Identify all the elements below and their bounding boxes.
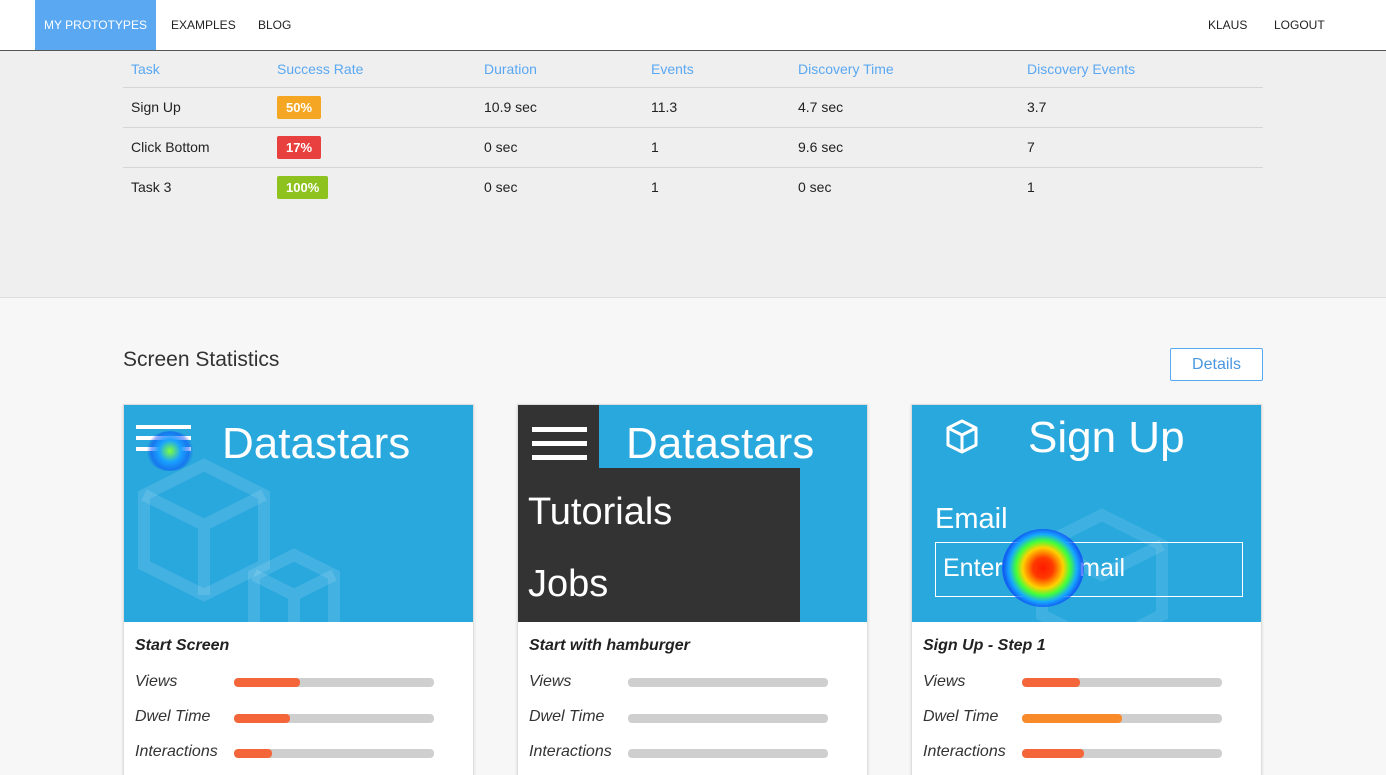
interactions-bar — [1022, 749, 1222, 758]
dwell-time-bar — [234, 714, 434, 723]
task-discovery-events: 3.7 — [1019, 87, 1263, 128]
task-name: Task 3 — [131, 179, 172, 196]
task-duration: 10.9 sec — [476, 87, 643, 128]
screen-thumbnail[interactable]: Datastars Tutorials Jobs — [518, 405, 867, 622]
interactions-bar-fill — [1022, 749, 1084, 758]
screen-card-start-screen[interactable]: Datastars Start Screen Views Dwel Time I… — [123, 404, 474, 775]
table-header-row: Task Success Rate Duration Events Discov… — [123, 51, 1263, 88]
table-row: Task 3 100% 0 sec 1 0 sec 1 — [123, 167, 1263, 207]
card-title: Sign Up - Step 1 — [923, 637, 1046, 654]
stat-label-views: Views — [135, 673, 178, 690]
table-row: Sign Up 50% 10.9 sec 11.3 4.7 sec 3.7 — [123, 87, 1263, 128]
views-bar — [234, 678, 434, 687]
task-discovery-time: 9.6 sec — [790, 127, 1019, 168]
header-task[interactable]: Task — [123, 51, 269, 88]
nav-logout[interactable]: LOGOUT — [1274, 0, 1325, 50]
views-bar — [1022, 678, 1222, 687]
tasks-table: Task Success Rate Duration Events Discov… — [123, 51, 1263, 207]
heatmap-spot — [146, 431, 194, 471]
stat-label-interactions: Interactions — [135, 743, 218, 760]
interactions-bar — [234, 749, 434, 758]
interactions-bar — [628, 749, 828, 758]
thumbnail-app-title: Sign Up — [1028, 413, 1185, 462]
task-discovery-events: 1 — [1027, 179, 1035, 196]
header-events[interactable]: Events — [643, 51, 790, 88]
screen-statistics-title: Screen Statistics — [123, 348, 280, 371]
screen-card-sign-up-step-1[interactable]: Sign Up Email Enter your email Sign Up -… — [911, 404, 1262, 775]
task-name: Click Bottom — [123, 127, 269, 168]
stat-label-interactions: Interactions — [529, 743, 612, 760]
screen-card-start-with-hamburger[interactable]: Datastars Tutorials Jobs Start with hamb… — [517, 404, 868, 775]
stat-label-dwell-time: Dwel Time — [529, 708, 605, 725]
stat-label-dwell-time: Dwel Time — [135, 708, 211, 725]
header-success-rate[interactable]: Success Rate — [269, 51, 476, 88]
details-button[interactable]: Details — [1170, 348, 1263, 381]
stat-label-interactions: Interactions — [923, 743, 1006, 760]
thumbnail-app-title: Datastars — [626, 419, 815, 468]
dwell-time-bar — [628, 714, 828, 723]
thumbnail-app-title: Datastars — [222, 419, 411, 468]
views-bar — [628, 678, 828, 687]
menu-item-jobs: Jobs — [528, 563, 609, 605]
nav-user-klaus[interactable]: KLAUS — [1208, 0, 1247, 50]
task-discovery-events: 7 — [1019, 127, 1263, 168]
nav-my-prototypes[interactable]: MY PROTOTYPES — [35, 0, 156, 50]
header-discovery-time[interactable]: Discovery Time — [790, 51, 1019, 88]
menu-item-tutorials: Tutorials — [528, 491, 673, 533]
dwell-time-bar — [1022, 714, 1222, 723]
success-rate-badge: 100% — [277, 175, 329, 199]
top-navbar: MY PROTOTYPES EXAMPLES BLOG KLAUS LOGOUT — [0, 0, 1386, 51]
card-title: Start with hamburger — [529, 637, 690, 654]
tasks-section: Task Success Rate Duration Events Discov… — [0, 51, 1386, 298]
task-events: 11.3 — [643, 87, 790, 128]
heatmap-spot — [1002, 529, 1084, 607]
stat-label-views: Views — [923, 673, 966, 690]
task-discovery-time: 0 sec — [798, 179, 832, 196]
dwell-time-bar-fill — [234, 714, 290, 723]
screen-thumbnail[interactable]: Sign Up Email Enter your email — [912, 405, 1261, 622]
card-title: Start Screen — [135, 637, 230, 654]
screen-thumbnail[interactable]: Datastars — [124, 405, 473, 622]
nav-examples[interactable]: EXAMPLES — [171, 0, 236, 50]
task-events: 1 — [651, 179, 659, 196]
success-rate-badge: 17% — [277, 135, 322, 159]
views-bar-fill — [234, 678, 300, 687]
hamburger-icon — [532, 427, 587, 460]
table-row: Click Bottom 17% 0 sec 1 9.6 sec 7 — [123, 127, 1263, 168]
success-rate-badge: 50% — [277, 95, 322, 119]
header-duration[interactable]: Duration — [476, 51, 643, 88]
nav-blog[interactable]: BLOG — [258, 0, 291, 50]
task-discovery-time: 4.7 sec — [790, 87, 1019, 128]
task-name: Sign Up — [123, 87, 269, 128]
dwell-time-bar-fill — [1022, 714, 1122, 723]
views-bar-fill — [1022, 678, 1080, 687]
task-duration: 0 sec — [476, 127, 643, 168]
email-label: Email — [935, 503, 1008, 535]
stat-label-views: Views — [529, 673, 572, 690]
task-events: 1 — [643, 127, 790, 168]
header-discovery-events[interactable]: Discovery Events — [1019, 51, 1263, 88]
stat-label-dwell-time: Dwel Time — [923, 708, 999, 725]
interactions-bar-fill — [234, 749, 272, 758]
task-duration: 0 sec — [484, 179, 518, 196]
cube-icon — [946, 419, 978, 454]
